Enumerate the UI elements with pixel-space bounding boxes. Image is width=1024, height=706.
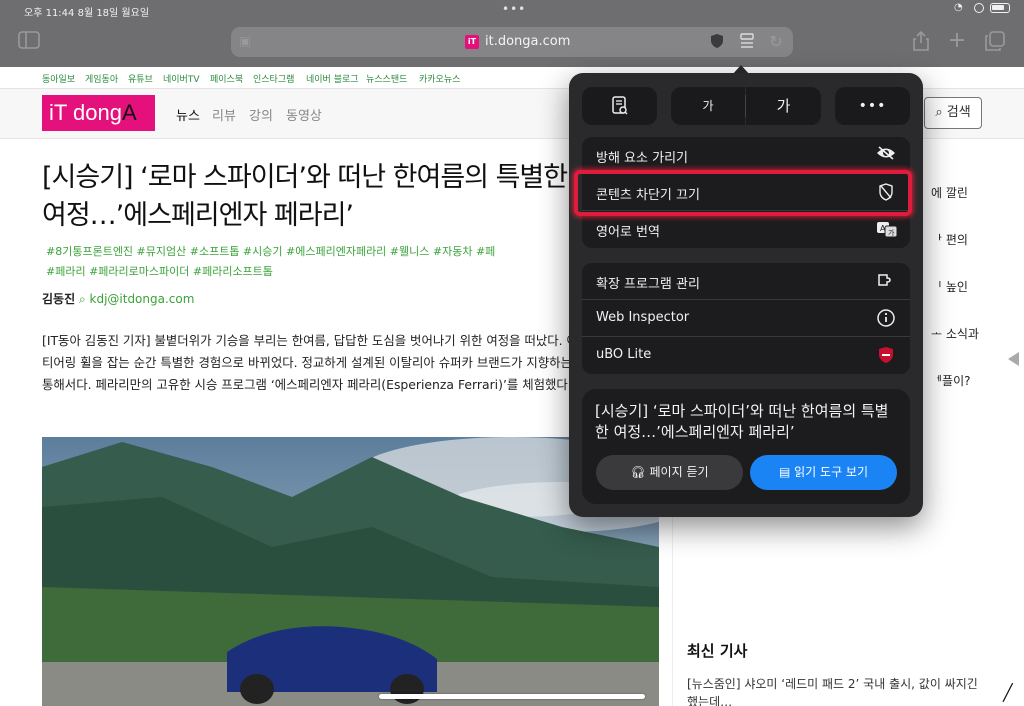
ubo-lite-row[interactable]: uBO Lite bbox=[582, 337, 910, 374]
topnav-link[interactable]: 게임동아 bbox=[85, 72, 118, 85]
search-author-icon[interactable]: ⌕ bbox=[79, 292, 90, 306]
more-options-button[interactable]: ••• bbox=[835, 87, 910, 125]
reload-icon[interactable]: ↻ bbox=[765, 32, 787, 52]
latest-news-title: 최신 기사 bbox=[687, 642, 748, 660]
status-indicators: ◔ bbox=[954, 3, 1010, 13]
reader-summary-card: [시승기] ‘로마 스파이더’와 떠난 한여름의 특별한 여정…’에스페리엔자 … bbox=[582, 389, 910, 504]
menu-news[interactable]: 뉴스 bbox=[176, 105, 200, 124]
topnav-link[interactable]: 네이버TV bbox=[163, 72, 200, 85]
browser-toolbar: 오후 11:44 8월 18일 월요일 ••• ◔ ▣ iT it.donga.… bbox=[0, 0, 1024, 67]
row-label: 콘텐츠 차단기 끄기 bbox=[596, 188, 700, 203]
page-icon[interactable]: ▣ bbox=[237, 33, 253, 49]
wifi-icon: ◔ bbox=[954, 2, 963, 13]
url-text[interactable]: it.donga.com bbox=[485, 34, 570, 49]
multitasking-dots[interactable]: ••• bbox=[502, 2, 526, 16]
sidebar-snippet[interactable]: ᅡ 편의 bbox=[931, 231, 968, 248]
sidebar-snippet[interactable]: ᅩ 소식과 bbox=[931, 325, 979, 342]
article-tags[interactable]: #8기통프론트엔진 #뮤지엄산 #소프트톱 #시승기 #에스페리엔자페라리 #웰… bbox=[46, 242, 606, 282]
row-label: 확장 프로그램 관리 bbox=[596, 277, 700, 292]
listen-to-page-button[interactable]: 🎧︎ 페이지 듣기 bbox=[596, 455, 743, 490]
manage-extensions-row[interactable]: 확장 프로그램 관리 bbox=[582, 263, 910, 300]
focus-icon bbox=[974, 3, 984, 13]
translate-icon: A가 bbox=[876, 220, 898, 238]
menu-video[interactable]: 동영상 bbox=[286, 105, 322, 124]
ubo-shield-icon bbox=[876, 346, 896, 364]
page-menu-popup: 가 가 ••• 방해 요소 가리기 콘텐츠 차단기 끄기 영어로 번역 A가 확… bbox=[569, 73, 923, 517]
page-actions-group: 방해 요소 가리기 콘텐츠 차단기 끄기 영어로 번역 A가 bbox=[582, 137, 910, 248]
reader-article-title: [시승기] ‘로마 스파이더’와 떠난 한여름의 특별한 여정…’에스페리엔자 … bbox=[595, 402, 889, 441]
row-label: 방해 요소 가리기 bbox=[596, 151, 688, 166]
carousel-arrow-icon[interactable] bbox=[1008, 352, 1019, 366]
disable-content-blockers-row[interactable]: 콘텐츠 차단기 끄기 bbox=[582, 174, 910, 211]
author-email[interactable]: kdj@itdonga.com bbox=[90, 292, 195, 306]
battery-icon bbox=[990, 3, 1010, 13]
eye-slash-icon bbox=[876, 146, 896, 164]
page-menu-icon[interactable] bbox=[736, 32, 758, 52]
svg-text:가: 가 bbox=[888, 228, 895, 237]
pencil-icon[interactable]: ╱ bbox=[1003, 683, 1013, 702]
status-time: 오후 11:44 8월 18일 월요일 bbox=[24, 8, 150, 19]
topnav-link[interactable]: 유튜브 bbox=[128, 72, 153, 85]
tags-line[interactable]: #페라리 #페라리로마스파이더 #페라리소프트톱 bbox=[46, 262, 606, 282]
site-favicon-icon: iT bbox=[465, 35, 479, 49]
article-headline: [시승기] ‘로마 스파이더’와 떠난 한여름의 특별한 여정…’에스페리엔자 … bbox=[42, 162, 568, 231]
topnav-link[interactable]: 네이버 블로그 bbox=[306, 72, 359, 85]
tabs-overview-icon[interactable] bbox=[984, 31, 1006, 51]
headphones-icon: 🎧︎ bbox=[630, 465, 646, 479]
show-reader-button[interactable]: ▤ 읽기 도구 보기 bbox=[750, 455, 897, 490]
sidebar-toggle-icon[interactable] bbox=[18, 31, 40, 51]
reader-view-button[interactable] bbox=[582, 87, 657, 125]
sidebar-snippet[interactable]: ᅦ플이? bbox=[931, 372, 971, 389]
menu-lecture[interactable]: 강의 bbox=[249, 105, 273, 124]
share-icon[interactable] bbox=[910, 30, 932, 51]
translate-row[interactable]: 영어로 번역 A가 bbox=[582, 211, 910, 248]
shield-slash-icon bbox=[876, 183, 896, 201]
new-tab-icon[interactable]: + bbox=[946, 30, 968, 52]
svg-text:A: A bbox=[880, 224, 886, 233]
web-inspector-row[interactable]: Web Inspector bbox=[582, 300, 910, 337]
font-larger-button[interactable]: 가 bbox=[746, 87, 821, 125]
search-button[interactable]: ⌕ 검색 bbox=[924, 97, 982, 129]
extension-icon bbox=[876, 272, 896, 290]
document-search-icon bbox=[611, 96, 627, 115]
topnav-link[interactable]: 동아일보 bbox=[42, 72, 75, 85]
home-indicator[interactable] bbox=[379, 694, 645, 699]
byline: 김동진 ⌕ kdj@itdonga.com bbox=[42, 290, 194, 307]
reader-doc-icon: ▤ bbox=[778, 465, 791, 479]
article-photo bbox=[42, 437, 659, 706]
sidebar-snippet[interactable]: 에 깔린 bbox=[931, 184, 968, 201]
font-smaller-button[interactable]: 가 bbox=[671, 87, 745, 125]
topnav-link[interactable]: 뉴스스탠드 bbox=[366, 72, 407, 85]
search-icon: ⌕ bbox=[935, 105, 943, 120]
privacy-shield-icon[interactable] bbox=[706, 33, 728, 53]
latest-news-item[interactable]: [뉴스줌인] 샤오미 ‘레드미 패드 2’ 국내 출시, 값이 싸지긴 했는데… bbox=[687, 675, 987, 706]
extensions-group: 확장 프로그램 관리 Web Inspector uBO Lite bbox=[582, 263, 910, 374]
article-body: [IT동아 김동진 기자] 불볕더위가 기승을 부리는 한여름, 답답한 도심을… bbox=[42, 333, 656, 392]
sidebar-snippet[interactable]: ᅵ 높인 bbox=[931, 278, 968, 295]
row-label: Web Inspector bbox=[596, 310, 690, 325]
topnav-link[interactable]: 카카오뉴스 bbox=[419, 72, 460, 85]
site-logo[interactable]: iT dongA bbox=[42, 95, 155, 131]
row-label: 영어로 번역 bbox=[596, 225, 660, 240]
screen: 오후 11:44 8월 18일 월요일 ••• ◔ ▣ iT it.donga.… bbox=[0, 0, 1024, 706]
row-label: uBO Lite bbox=[596, 347, 652, 362]
topnav-link[interactable]: 페이스북 bbox=[210, 72, 243, 85]
info-icon bbox=[876, 309, 896, 327]
menu-review[interactable]: 리뷰 bbox=[212, 105, 236, 124]
topnav-link[interactable]: 인스타그램 bbox=[253, 72, 294, 85]
hide-distractions-row[interactable]: 방해 요소 가리기 bbox=[582, 137, 910, 174]
tags-line[interactable]: #8기통프론트엔진 #뮤지엄산 #소프트톱 #시승기 #에스페리엔자페라리 #웰… bbox=[46, 242, 606, 262]
author-name: 김동진 bbox=[42, 292, 76, 306]
